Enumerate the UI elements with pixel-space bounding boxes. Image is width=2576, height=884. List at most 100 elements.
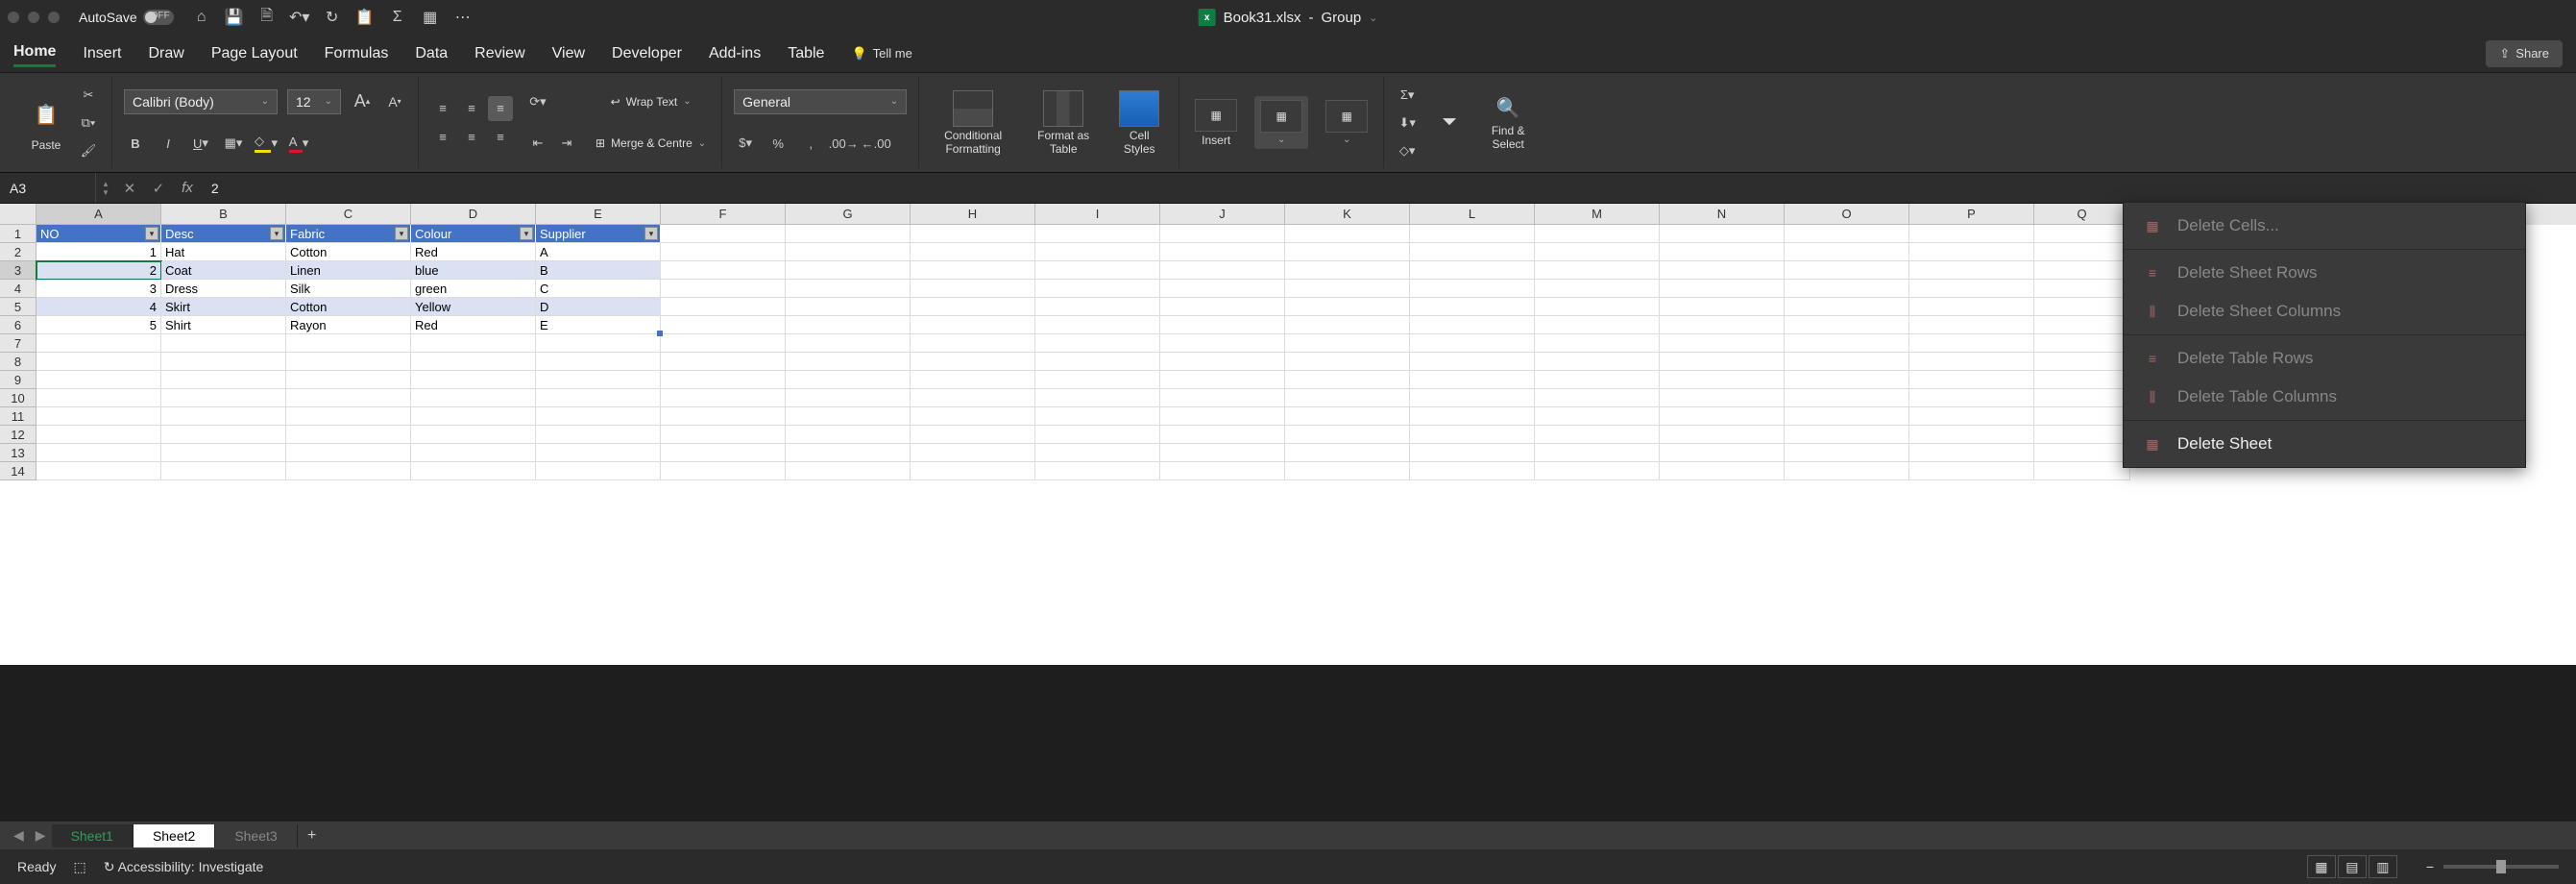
cell[interactable]: [1035, 389, 1160, 407]
cell[interactable]: [286, 462, 411, 480]
cell[interactable]: [786, 225, 911, 243]
cell[interactable]: [36, 462, 161, 480]
cell[interactable]: [786, 298, 911, 316]
cell[interactable]: [786, 353, 911, 371]
cell[interactable]: [1410, 334, 1535, 353]
cell[interactable]: green: [411, 280, 536, 298]
clipboard-icon[interactable]: 📋: [354, 7, 376, 28]
cell[interactable]: [161, 444, 286, 462]
cell[interactable]: Silk: [286, 280, 411, 298]
cell[interactable]: [1785, 225, 1909, 243]
cell[interactable]: [661, 426, 786, 444]
cell[interactable]: [161, 371, 286, 389]
cell[interactable]: [1660, 371, 1785, 389]
cell[interactable]: [286, 389, 411, 407]
cell[interactable]: [1785, 389, 1909, 407]
font-name-select[interactable]: Calibri (Body)⌄: [124, 89, 278, 114]
cell[interactable]: Supplier▾: [536, 225, 661, 243]
cell[interactable]: [411, 389, 536, 407]
cell[interactable]: Dress: [161, 280, 286, 298]
cell[interactable]: [1535, 426, 1660, 444]
cell[interactable]: [1785, 280, 1909, 298]
cell[interactable]: [1410, 261, 1535, 280]
cell[interactable]: [1660, 225, 1785, 243]
cell[interactable]: [1785, 371, 1909, 389]
cell[interactable]: [1785, 426, 1909, 444]
column-header[interactable]: O: [1785, 204, 1909, 225]
cell[interactable]: [661, 280, 786, 298]
cell[interactable]: [36, 426, 161, 444]
cell[interactable]: [1660, 426, 1785, 444]
cell[interactable]: [1035, 462, 1160, 480]
cell[interactable]: [161, 426, 286, 444]
row-header[interactable]: 6: [0, 316, 36, 334]
cell[interactable]: [2034, 371, 2130, 389]
border-button[interactable]: ▦▾: [222, 132, 245, 155]
cell[interactable]: [1909, 280, 2034, 298]
cell[interactable]: [911, 426, 1035, 444]
cell[interactable]: D: [536, 298, 661, 316]
cell[interactable]: [786, 407, 911, 426]
cell[interactable]: [536, 426, 661, 444]
cell[interactable]: [2034, 298, 2130, 316]
cell[interactable]: [1410, 371, 1535, 389]
cell[interactable]: 3: [36, 280, 161, 298]
save-as-icon[interactable]: 🗎: [256, 7, 278, 28]
comma-icon[interactable]: ,: [799, 132, 822, 155]
sheet-nav-prev-icon[interactable]: ◀: [8, 827, 30, 844]
cell[interactable]: Cotton: [286, 243, 411, 261]
row-header[interactable]: 2: [0, 243, 36, 261]
cell[interactable]: [911, 280, 1035, 298]
column-header[interactable]: L: [1410, 204, 1535, 225]
select-all-corner[interactable]: [0, 204, 36, 225]
insert-cells-button[interactable]: ▦Insert: [1191, 97, 1241, 149]
cell[interactable]: [1410, 280, 1535, 298]
column-header[interactable]: E: [536, 204, 661, 225]
row-header[interactable]: 3: [0, 261, 36, 280]
column-header[interactable]: I: [1035, 204, 1160, 225]
cell[interactable]: [1035, 426, 1160, 444]
cell[interactable]: 5: [36, 316, 161, 334]
row-header[interactable]: 9: [0, 371, 36, 389]
zoom-out-button[interactable]: −: [2426, 859, 2434, 874]
cell[interactable]: [911, 316, 1035, 334]
cell[interactable]: [661, 389, 786, 407]
formula-input[interactable]: 2: [202, 181, 2576, 196]
delete-cells-button[interactable]: ▦⌄: [1254, 96, 1308, 149]
orientation-icon[interactable]: ⟳▾: [526, 90, 549, 113]
fx-icon[interactable]: fx: [173, 180, 202, 196]
column-header[interactable]: C: [286, 204, 411, 225]
cell[interactable]: [786, 243, 911, 261]
cell[interactable]: [36, 371, 161, 389]
decrease-font-icon[interactable]: A▾: [383, 90, 406, 113]
copy-icon[interactable]: ⧉▾: [77, 111, 100, 135]
cell[interactable]: [2034, 462, 2130, 480]
cell[interactable]: [911, 243, 1035, 261]
cell[interactable]: [1660, 353, 1785, 371]
column-header[interactable]: P: [1909, 204, 2034, 225]
cell[interactable]: [1035, 371, 1160, 389]
cell[interactable]: [661, 407, 786, 426]
align-top-icon[interactable]: ≡: [430, 96, 455, 121]
cells-area[interactable]: NO▾Desc▾Fabric▾Colour▾Supplier▾1HatCotto…: [36, 225, 2130, 480]
cell[interactable]: [2034, 407, 2130, 426]
cell[interactable]: [286, 353, 411, 371]
cell[interactable]: [411, 444, 536, 462]
cell[interactable]: Coat: [161, 261, 286, 280]
cell[interactable]: [911, 407, 1035, 426]
cell[interactable]: [1535, 462, 1660, 480]
cell[interactable]: [2034, 334, 2130, 353]
cell[interactable]: [286, 371, 411, 389]
cell[interactable]: [2034, 444, 2130, 462]
cell-styles-button[interactable]: Cell Styles: [1111, 88, 1167, 158]
cell[interactable]: [1660, 243, 1785, 261]
cell[interactable]: [1410, 225, 1535, 243]
cell[interactable]: [1785, 353, 1909, 371]
cell[interactable]: [1660, 316, 1785, 334]
cell[interactable]: [411, 353, 536, 371]
enter-formula-icon[interactable]: ✓: [144, 180, 173, 197]
cell[interactable]: [286, 444, 411, 462]
cell[interactable]: [1035, 444, 1160, 462]
column-header[interactable]: F: [661, 204, 786, 225]
cell[interactable]: [1660, 261, 1785, 280]
